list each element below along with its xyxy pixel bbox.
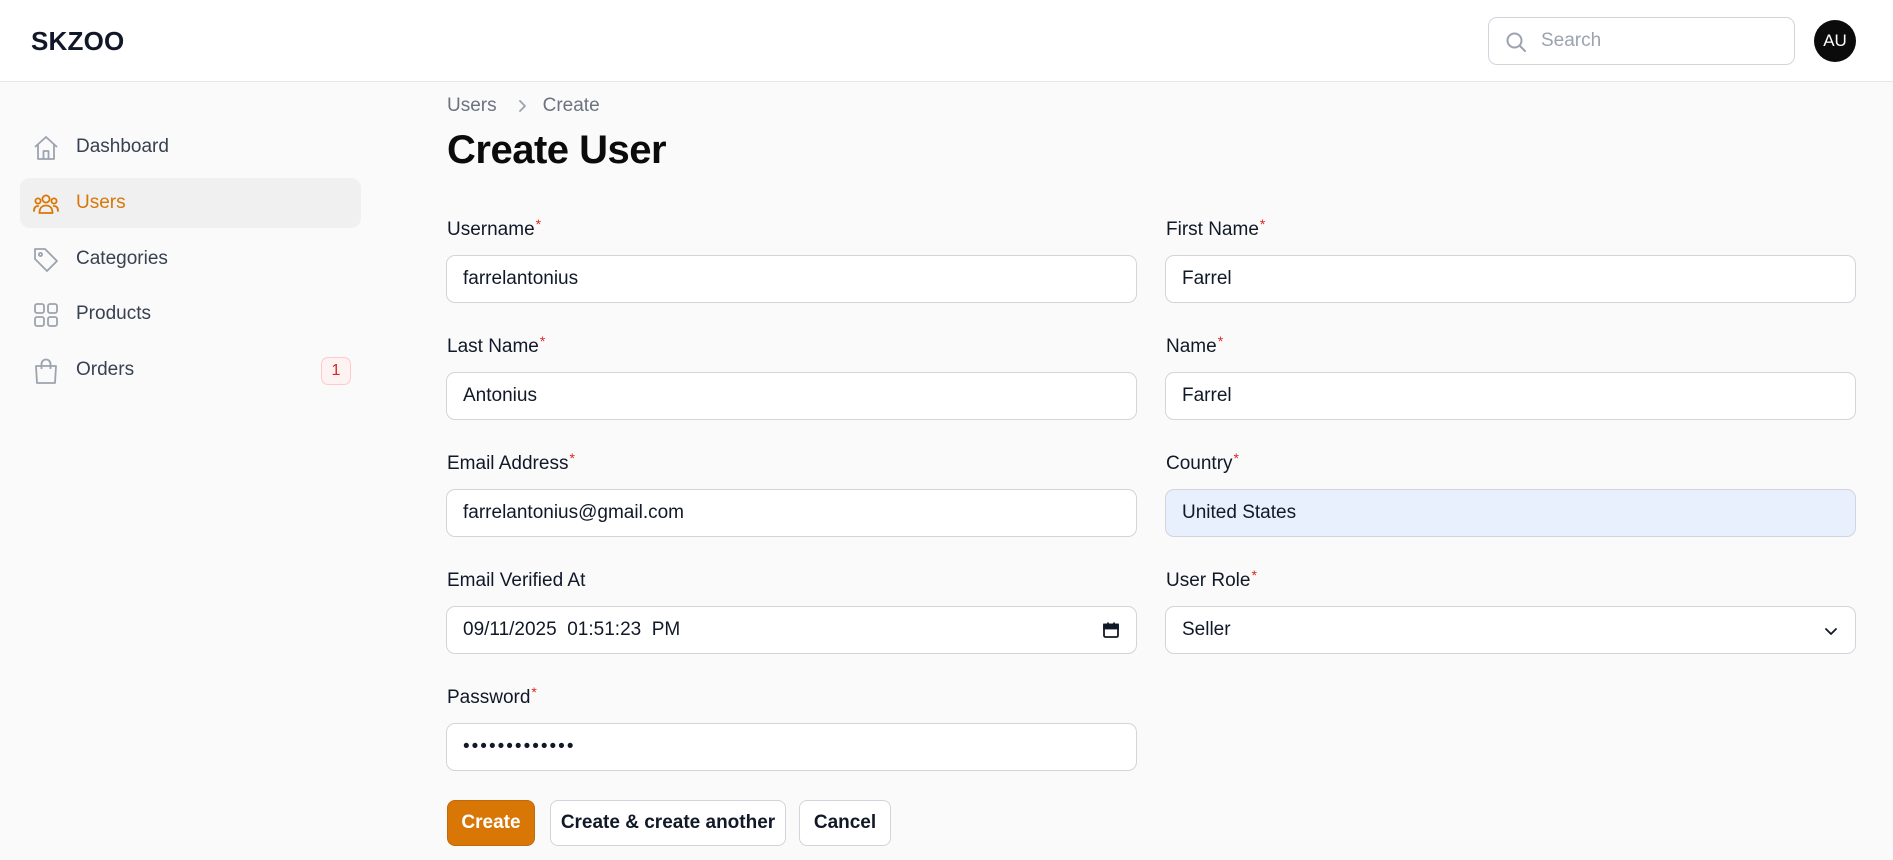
sidebar-item-label: Categories [76, 248, 168, 269]
last-name-input[interactable] [463, 373, 1118, 419]
name-field[interactable] [1165, 372, 1856, 420]
required-marker: * [1233, 450, 1239, 466]
email-field[interactable] [446, 489, 1137, 537]
users-icon [33, 194, 59, 214]
required-marker: * [1259, 216, 1266, 232]
required-marker: * [531, 684, 537, 700]
required-marker: * [1217, 333, 1224, 349]
password-input[interactable] [463, 724, 1118, 770]
search-icon [1506, 32, 1526, 52]
sidebar-item-users[interactable]: Users [20, 178, 361, 228]
first-name-input[interactable] [1182, 256, 1837, 302]
country-input[interactable] [1182, 490, 1837, 536]
last-name-label: Last Name* [447, 333, 546, 357]
user-role-label: User Role* [1166, 567, 1257, 591]
password-field[interactable] [446, 723, 1137, 771]
cancel-button[interactable]: Cancel [799, 800, 891, 846]
breadcrumb: Users Create [447, 95, 600, 117]
home-icon [34, 136, 58, 160]
avatar[interactable]: AU [1814, 20, 1856, 62]
email-input[interactable] [463, 490, 1118, 536]
sidebar-item-label: Users [76, 192, 126, 213]
tag-icon [34, 248, 58, 272]
email-label: Email Address* [447, 450, 575, 474]
name-label: Name* [1166, 333, 1224, 357]
sidebar-item-label: Orders [76, 359, 135, 380]
username-field[interactable] [446, 255, 1137, 303]
country-label: Country* [1166, 450, 1239, 474]
create-button[interactable]: Create [447, 800, 535, 846]
sidebar-item-dashboard[interactable]: Dashboard [20, 122, 361, 172]
password-label: Password* [447, 684, 537, 708]
required-marker: * [569, 450, 575, 466]
brand-logo[interactable]: SKZOO [31, 26, 124, 57]
email-verified-at-label: Email Verified At [447, 570, 586, 591]
required-marker: * [539, 333, 546, 349]
email-verified-at-value[interactable]: 09/11/2025 01:51:23 PM [463, 619, 680, 641]
username-input[interactable] [463, 256, 1118, 302]
first-name-label: First Name* [1166, 216, 1266, 240]
first-name-field[interactable] [1165, 255, 1856, 303]
user-role-value[interactable]: Seller [1182, 619, 1231, 641]
sidebar-item-products[interactable]: Products [20, 289, 361, 339]
email-verified-at-field[interactable]: 09/11/2025 01:51:23 PM [446, 606, 1137, 654]
last-name-field[interactable] [446, 372, 1137, 420]
calendar-icon[interactable] [1102, 621, 1120, 639]
create-and-create-another-button[interactable]: Create & create another [550, 800, 786, 846]
page-title: Create User [447, 128, 667, 172]
username-label: Username* [447, 216, 542, 240]
sidebar-item-orders[interactable]: Orders 1 [20, 345, 361, 395]
name-input[interactable] [1182, 373, 1837, 419]
top-bar: SKZOO AU [0, 0, 1893, 82]
orders-count-badge: 1 [321, 357, 351, 385]
grid-icon [34, 303, 58, 327]
country-field[interactable] [1165, 489, 1856, 537]
search-box[interactable] [1488, 17, 1795, 65]
shopping-bag-icon [35, 358, 57, 384]
sidebar-item-label: Products [76, 303, 151, 324]
user-role-select[interactable]: Seller [1165, 606, 1856, 654]
chevron-right-icon [518, 100, 526, 112]
required-marker: * [535, 216, 542, 232]
breadcrumb-users-link[interactable]: Users [447, 95, 497, 117]
sidebar-item-label: Dashboard [76, 136, 169, 157]
search-input[interactable] [1541, 26, 1781, 56]
breadcrumb-current: Create [542, 95, 600, 116]
sidebar-item-categories[interactable]: Categories [20, 234, 361, 284]
required-marker: * [1251, 567, 1257, 583]
chevron-down-icon[interactable] [1823, 623, 1839, 639]
